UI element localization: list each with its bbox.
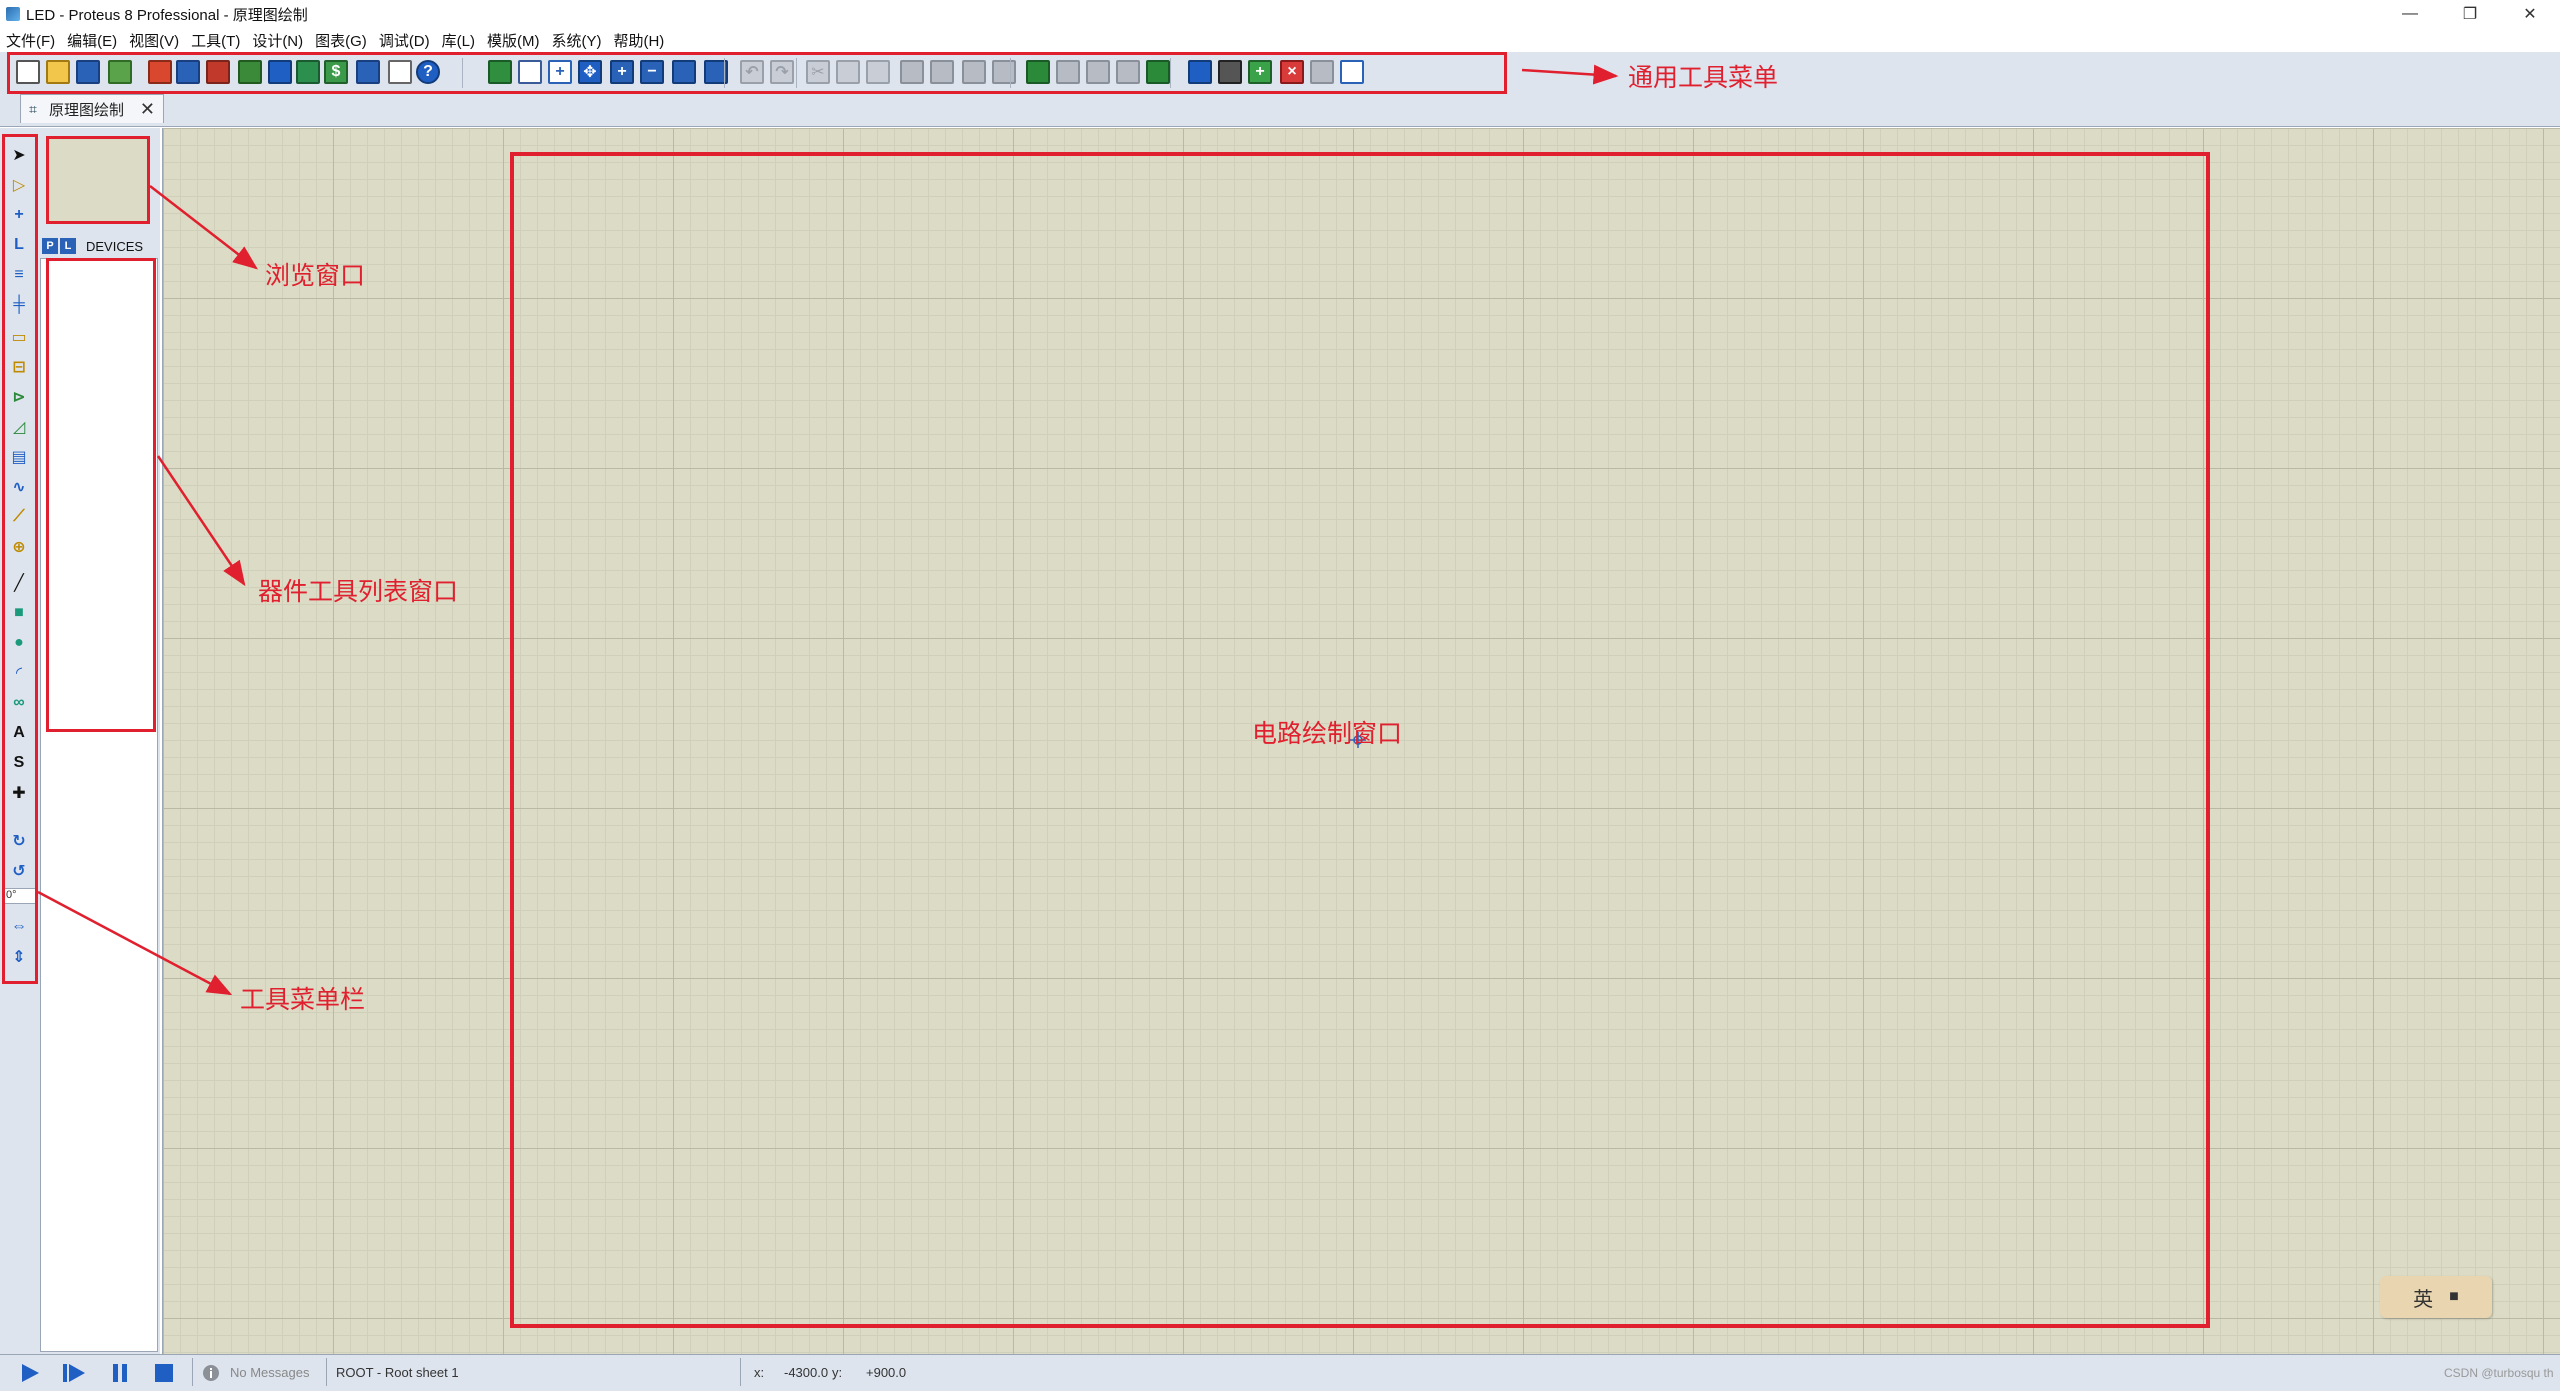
menu-graph[interactable]: 图表(G) [309, 30, 373, 51]
ime-shirt-icon: ■ [2449, 1288, 2459, 1305]
ime-language-label: 英 [2413, 1288, 2434, 1311]
messages-status[interactable]: No Messages [230, 1362, 309, 1384]
menu-design[interactable]: 设计(N) [246, 30, 309, 51]
device-list-highlight-box [46, 258, 156, 732]
y-coordinate-value: +900.0 [866, 1365, 907, 1380]
tab-label: 原理图绘制 [49, 101, 125, 119]
sheet-status: ROOT - Root sheet 1 [336, 1365, 459, 1380]
watermark: CSDN @turbosqu th [2444, 1366, 2554, 1380]
annotation-canvas: 电路绘制窗口 [1252, 719, 1403, 748]
menu-debug[interactable]: 调试(D) [373, 30, 436, 51]
toolbar-highlight-box [7, 52, 1507, 94]
title-bar: LED - Proteus 8 Professional - 原理图绘制 — ❐… [0, 0, 2560, 28]
menu-help[interactable]: 帮助(H) [607, 30, 670, 51]
pause-icon [113, 1364, 127, 1382]
status-divider [192, 1358, 193, 1386]
devices-title: DEVICES [86, 238, 144, 254]
x-coordinate-label: x: [754, 1365, 765, 1380]
stop-button[interactable] [152, 1362, 176, 1384]
annotation-toolstrip: 工具菜单栏 [240, 985, 366, 1014]
devices-header: P L DEVICES [40, 236, 160, 256]
menu-system[interactable]: 系统(Y) [545, 30, 607, 51]
status-divider [740, 1358, 741, 1386]
play-button[interactable] [18, 1362, 42, 1384]
menu-bar: 文件(F) 编辑(E) 视图(V) 工具(T) 设计(N) 图表(G) 调试(D… [0, 28, 2560, 52]
step-icon [63, 1364, 85, 1382]
stop-icon [155, 1364, 173, 1382]
schematic-tab-icon: ⌗ [29, 101, 37, 117]
tab-strip [0, 100, 2560, 127]
toolstrip-highlight-box [2, 134, 38, 984]
step-button[interactable] [62, 1362, 86, 1384]
window-title: LED - Proteus 8 Professional - 原理图绘制 [26, 6, 308, 24]
menu-file[interactable]: 文件(F) [0, 30, 61, 51]
tab-close-icon[interactable]: ✕ [140, 99, 155, 120]
pick-devices-button[interactable]: P [42, 238, 58, 254]
annotation-overview: 浏览窗口 [265, 261, 366, 290]
ime-indicator[interactable]: 英 ■ [2380, 1276, 2492, 1318]
annotation-toolbar: 通用工具菜单 [1628, 63, 1779, 92]
info-icon [203, 1365, 219, 1381]
overview-window[interactable] [46, 136, 150, 224]
library-manager-button[interactable]: L [60, 238, 76, 254]
status-divider [326, 1358, 327, 1386]
pause-button[interactable] [108, 1362, 132, 1384]
maximize-button[interactable]: ❐ [2440, 0, 2500, 28]
play-icon [22, 1364, 39, 1382]
y-coordinate-label: y: [832, 1365, 843, 1380]
menu-template[interactable]: 模版(M) [481, 30, 546, 51]
x-coordinate-value: -4300.0 [784, 1365, 829, 1380]
annotation-device-list: 器件工具列表窗口 [258, 577, 459, 606]
menu-tools[interactable]: 工具(T) [185, 30, 246, 51]
close-button[interactable]: ✕ [2500, 0, 2560, 28]
minimize-button[interactable]: — [2380, 0, 2440, 28]
app-icon [6, 7, 20, 21]
menu-view[interactable]: 视图(V) [123, 30, 185, 51]
menu-library[interactable]: 库(L) [436, 30, 481, 51]
menu-edit[interactable]: 编辑(E) [61, 30, 123, 51]
tab-schematic-capture[interactable]: ⌗ 原理图绘制 ✕ [20, 94, 164, 123]
